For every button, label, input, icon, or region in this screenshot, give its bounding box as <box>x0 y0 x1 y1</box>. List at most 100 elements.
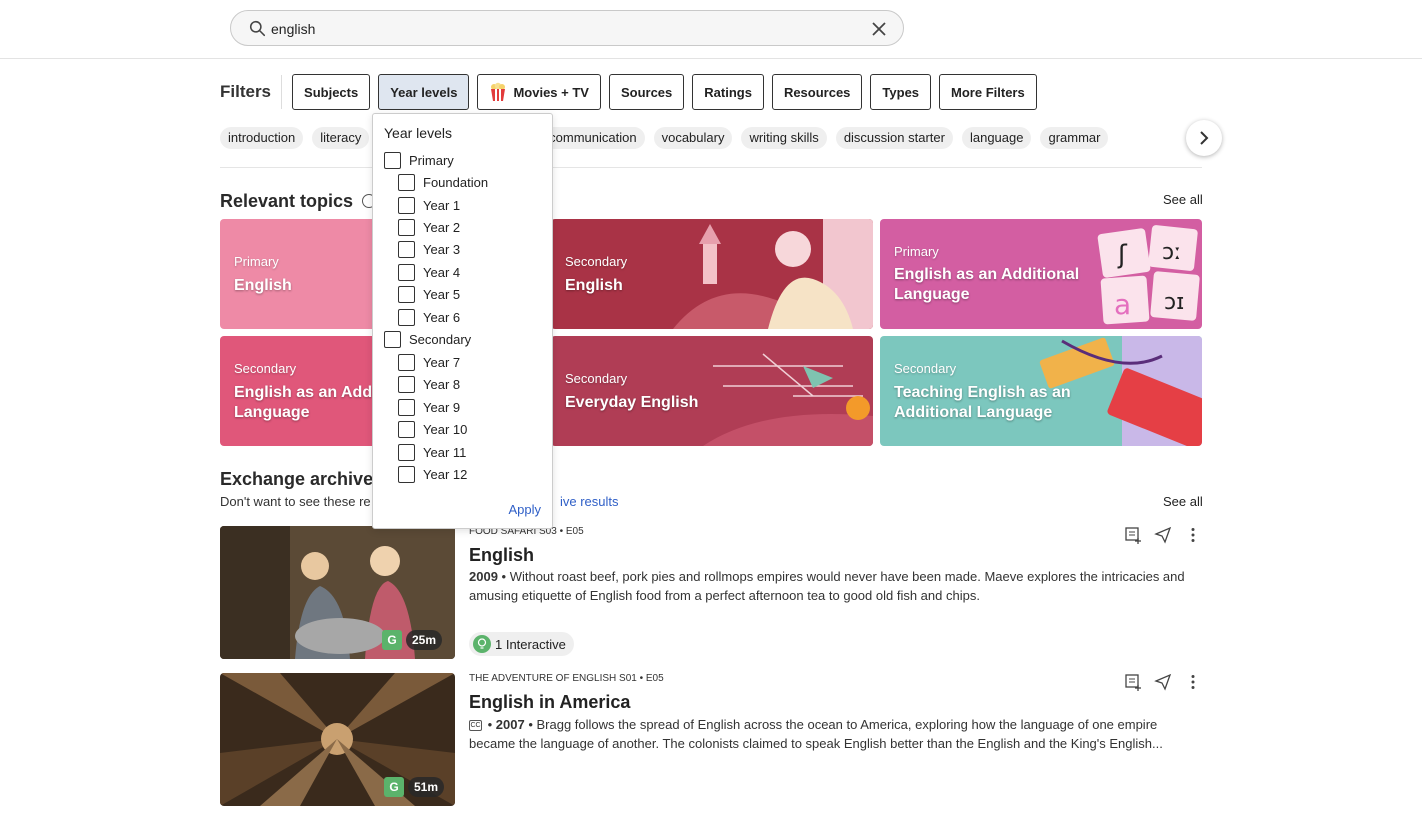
checkbox[interactable] <box>384 331 401 348</box>
sources-filter-button[interactable]: Sources <box>608 74 685 110</box>
result-actions <box>1124 526 1202 544</box>
chip[interactable]: language <box>961 127 1032 149</box>
checkbox-label: Year 1 <box>423 198 461 213</box>
duration-badge: 25m <box>406 630 443 650</box>
checkbox[interactable] <box>398 466 415 483</box>
checkbox-year-9[interactable]: Year 9 <box>398 399 460 416</box>
topic-level: Secondary <box>234 361 297 376</box>
more-options-icon[interactable] <box>1184 673 1202 691</box>
checkbox-year-1[interactable]: Year 1 <box>398 197 460 214</box>
topic-level: Secondary <box>565 254 628 269</box>
checkbox-year-5[interactable]: Year 5 <box>398 286 460 303</box>
checkbox-year-12[interactable]: Year 12 <box>398 466 467 483</box>
result-item[interactable]: G 25m FOOD SAFARI S03 • E05 English 2009… <box>220 526 1202 659</box>
chip[interactable]: grammar <box>1040 127 1109 149</box>
send-icon[interactable] <box>1154 673 1172 691</box>
year-levels-filter-button[interactable]: Year levels <box>378 74 470 110</box>
divider <box>220 167 1202 168</box>
checkbox[interactable] <box>398 399 415 416</box>
checkbox[interactable] <box>398 309 415 326</box>
checkbox-year-6[interactable]: Year 6 <box>398 309 460 326</box>
topic-level: Primary <box>234 254 279 269</box>
result-description: 2009 • Without roast beef, pork pies and… <box>469 569 1185 603</box>
archive-see-all-link[interactable]: See all <box>1163 494 1203 509</box>
year-levels-dropdown: Year levels Primary Foundation Year 1 Ye… <box>372 113 553 529</box>
search-bar[interactable] <box>230 10 904 46</box>
result-item[interactable]: G 51m THE ADVENTURE OF ENGLISH S01 • E05… <box>220 673 1202 806</box>
chip[interactable]: introduction <box>220 127 304 149</box>
topic-name: English <box>565 277 623 294</box>
checkbox-foundation[interactable]: Foundation <box>398 174 488 191</box>
checkbox-year-10[interactable]: Year 10 <box>398 421 467 438</box>
result-desc-text: Without roast beef, pork pies and rollmo… <box>469 569 1185 603</box>
checkbox-year-3[interactable]: Year 3 <box>398 241 460 258</box>
resources-filter-button[interactable]: Resources <box>771 74 863 110</box>
topic-level: Secondary <box>565 371 628 386</box>
checkbox-year-8[interactable]: Year 8 <box>398 376 460 393</box>
chip[interactable]: writing skills <box>741 127 827 149</box>
checkbox[interactable] <box>398 241 415 258</box>
apply-button[interactable]: Apply <box>508 502 541 517</box>
more-options-icon[interactable] <box>1184 526 1202 544</box>
topics-see-all-link[interactable]: See all <box>1163 192 1203 207</box>
checkbox-secondary[interactable]: Secondary <box>384 331 471 348</box>
search-icon <box>249 20 266 37</box>
video-thumbnail[interactable]: G 25m <box>220 526 455 659</box>
checkbox[interactable] <box>398 264 415 281</box>
close-icon[interactable] <box>871 21 887 37</box>
result-title[interactable]: English in America <box>469 692 630 713</box>
checkbox[interactable] <box>384 152 401 169</box>
search-input[interactable] <box>271 17 851 41</box>
checkbox[interactable] <box>398 444 415 461</box>
subjects-filter-button[interactable]: Subjects <box>292 74 371 110</box>
checkbox-primary[interactable]: Primary <box>384 152 454 169</box>
checkbox-year-2[interactable]: Year 2 <box>398 219 460 236</box>
topic-name: Everyday English <box>565 394 699 411</box>
ratings-filter-button[interactable]: Ratings <box>692 74 764 110</box>
checkbox-label: Year 8 <box>423 377 461 392</box>
chip[interactable]: vocabulary <box>653 127 733 149</box>
topic-card-secondary-english[interactable]: Secondary English <box>551 219 873 329</box>
checkbox[interactable] <box>398 354 415 371</box>
checkbox[interactable] <box>398 376 415 393</box>
svg-text:ɔɪ: ɔɪ <box>1164 290 1184 315</box>
topic-card-primary-eal[interactable]: ʃ ɔː a ɔɪ Primary English as an Addition… <box>880 219 1202 329</box>
checkbox-label: Foundation <box>423 175 489 190</box>
checkbox-year-4[interactable]: Year 4 <box>398 264 460 281</box>
checkbox-year-11[interactable]: Year 11 <box>398 444 466 461</box>
add-to-playlist-icon[interactable] <box>1124 673 1142 691</box>
checkbox-label: Year 4 <box>423 265 461 280</box>
interactive-badge[interactable]: 1 Interactive <box>469 632 574 656</box>
archive-results-link[interactable]: ive results <box>560 494 619 509</box>
duration-badge: 51m <box>408 777 445 797</box>
top-bar <box>0 0 1422 59</box>
checkbox-label: Year 9 <box>423 400 461 415</box>
topic-card-everyday-english[interactable]: Secondary Everyday English <box>551 336 873 446</box>
topic-card-teaching-eal[interactable]: Secondary Teaching English as an Additio… <box>880 336 1202 446</box>
checkbox-year-7[interactable]: Year 7 <box>398 354 460 371</box>
movies-tv-filter-button[interactable]: Movies + TV <box>477 74 601 110</box>
chip[interactable]: communication <box>541 127 645 149</box>
chips-next-button[interactable] <box>1186 120 1222 156</box>
checkbox[interactable] <box>398 174 415 191</box>
checkbox[interactable] <box>398 197 415 214</box>
sentence-diagram-illustration <box>703 353 873 446</box>
result-meta: THE ADVENTURE OF ENGLISH S01 • E05 <box>469 673 664 684</box>
rating-badge: G <box>384 777 404 797</box>
add-to-playlist-icon[interactable] <box>1124 526 1142 544</box>
checkbox-label: Secondary <box>409 332 472 347</box>
topic-name: Teaching English as an Additional Langua… <box>894 384 1071 421</box>
checkbox[interactable] <box>398 219 415 236</box>
chip[interactable]: discussion starter <box>835 127 953 149</box>
checkbox[interactable] <box>398 421 415 438</box>
topic-level: Secondary <box>894 361 957 376</box>
video-thumbnail[interactable]: G 51m <box>220 673 455 806</box>
send-icon[interactable] <box>1154 526 1172 544</box>
types-filter-button[interactable]: Types <box>870 74 932 110</box>
chip[interactable]: literacy <box>312 127 370 149</box>
result-title[interactable]: English <box>469 545 534 566</box>
checkbox[interactable] <box>398 286 415 303</box>
more-filters-button[interactable]: More Filters <box>939 74 1037 110</box>
filters-row: Filters Subjects Year levels Movies + TV… <box>220 74 1045 110</box>
svg-text:ʃ: ʃ <box>1117 240 1128 270</box>
